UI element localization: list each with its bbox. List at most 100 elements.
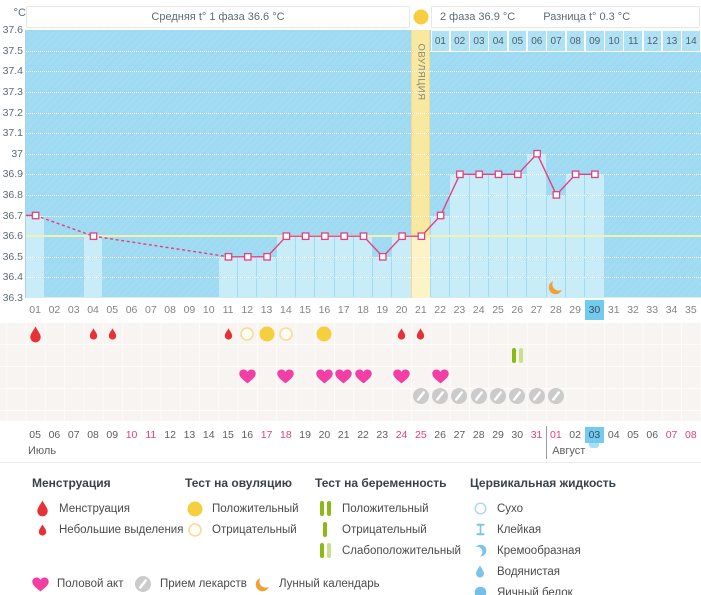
legend-item-label: Небольшие выделения	[59, 523, 184, 536]
cycle-day-cell[interactable]: 07	[141, 300, 160, 320]
date-cell[interactable]: 06	[45, 427, 64, 443]
today-pointer	[589, 443, 600, 448]
month-divider	[545, 426, 547, 459]
cycle-day-cell[interactable]: 30	[584, 300, 605, 320]
cycle-day-cell[interactable]: 29	[566, 300, 585, 320]
watery-icon	[470, 565, 490, 578]
y-axis-tick-label: 36.5	[2, 250, 23, 263]
date-cell[interactable]: 21	[334, 427, 353, 443]
cycle-day-cell[interactable]: 13	[257, 300, 276, 320]
cycle-day-cell[interactable]: 10	[199, 300, 218, 320]
legend-item-label: Менструация	[59, 502, 130, 515]
cycle-day-cell[interactable]: 31	[604, 300, 623, 320]
spotting-drop-icon	[32, 523, 52, 536]
cycle-day-cell[interactable]: 14	[276, 300, 295, 320]
temperature-point	[301, 232, 309, 241]
cycle-day-cell[interactable]: 17	[334, 300, 353, 320]
cycle-day-cell[interactable]: 34	[662, 300, 681, 320]
cycle-day-cell[interactable]: 25	[488, 300, 507, 320]
cycle-day-cell[interactable]: 12	[238, 300, 257, 320]
date-cell[interactable]: 18	[276, 427, 295, 443]
cycle-day-cell[interactable]: 32	[623, 300, 642, 320]
temperature-point	[31, 211, 39, 220]
date-cell[interactable]: 05	[26, 427, 45, 443]
date-cell[interactable]: 08	[681, 427, 700, 443]
legend-title: Цервикальная жидкость	[470, 476, 617, 490]
cycle-day-cell[interactable]: 26	[508, 300, 527, 320]
date-cell[interactable]: 13	[180, 427, 199, 443]
cycle-day-cell[interactable]: 01	[26, 300, 45, 320]
date-cell[interactable]: 05	[623, 427, 642, 443]
temperature-point	[224, 252, 232, 261]
cycle-day-cell[interactable]: 27	[527, 300, 546, 320]
temperature-point	[455, 170, 464, 179]
legend-item-label: Положительный	[342, 502, 429, 515]
date-cell[interactable]: 03	[584, 427, 605, 443]
date-cell[interactable]: 20	[315, 427, 334, 443]
cycle-day-cell[interactable]: 24	[469, 300, 488, 320]
dry-icon	[470, 502, 490, 515]
date-cell[interactable]: 23	[373, 427, 392, 443]
spotting-drop-icon	[416, 328, 425, 340]
date-cell[interactable]: 29	[488, 427, 507, 443]
cycle-day-cell[interactable]: 11	[218, 300, 237, 320]
cycle-day-cell[interactable]: 02	[45, 300, 64, 320]
date-cell[interactable]: 12	[161, 427, 180, 443]
date-cell[interactable]: 11	[141, 427, 160, 443]
date-cell[interactable]: 31	[527, 427, 546, 443]
legend-cervical-fluid: Цервикальная жидкость Сухо Клейкая Кремо…	[470, 476, 616, 595]
temperature-point	[494, 170, 502, 179]
date-cell[interactable]: 09	[103, 427, 122, 443]
pregnancy-weak-positive-icon	[511, 347, 523, 364]
cycle-day-cell[interactable]: 08	[161, 300, 180, 320]
date-cell[interactable]: 14	[199, 427, 218, 443]
cycle-day-cell[interactable]: 21	[411, 300, 430, 320]
cycle-day-cell[interactable]: 22	[431, 300, 450, 320]
date-cell[interactable]: 07	[662, 427, 681, 443]
cycle-day-cell[interactable]: 23	[450, 300, 469, 320]
date-cell[interactable]: 17	[257, 427, 276, 443]
date-cell[interactable]: 22	[353, 427, 372, 443]
eggwhite-icon	[470, 586, 490, 595]
cycle-day-cell[interactable]: 28	[546, 300, 565, 320]
cycle-day-cell[interactable]: 35	[681, 300, 700, 320]
temperature-point	[397, 232, 406, 241]
temp-difference-label: Разница t° 0.3 °C	[543, 11, 631, 23]
date-cell[interactable]: 16	[238, 427, 257, 443]
date-cell[interactable]: 27	[450, 427, 469, 443]
date-cell[interactable]: 25	[411, 427, 430, 443]
date-cell[interactable]: 30	[508, 427, 527, 443]
sticky-icon	[470, 523, 490, 536]
legend-title: Тест на овуляцию	[185, 476, 292, 490]
y-axis-tick-label: 37.1	[2, 127, 23, 140]
cycle-day-cell[interactable]: 09	[180, 300, 199, 320]
cycle-day-cell[interactable]: 20	[392, 300, 411, 320]
cycle-day-cell[interactable]: 16	[315, 300, 334, 320]
cycle-day-cell[interactable]: 18	[353, 300, 372, 320]
cycle-day-cell[interactable]: 33	[643, 300, 662, 320]
phase1-average-label: Средняя t° 1 фаза 36.6 °C	[151, 11, 285, 23]
spotting-drop-icon	[108, 328, 117, 340]
date-cell[interactable]: 26	[431, 427, 450, 443]
legend-item: Слабоположительный	[315, 541, 461, 560]
date-cell[interactable]: 08	[83, 427, 102, 443]
date-cell[interactable]: 10	[122, 427, 141, 443]
date-cell[interactable]: 28	[469, 427, 488, 443]
cycle-day-cell[interactable]: 06	[122, 300, 141, 320]
cycle-day-cell[interactable]: 03	[64, 300, 83, 320]
cycle-day-cell[interactable]: 15	[296, 300, 315, 320]
date-cell[interactable]: 07	[64, 427, 83, 443]
date-cell[interactable]: 19	[296, 427, 315, 443]
y-axis-tick-label: 36.6	[2, 230, 23, 243]
cycle-day-cell[interactable]: 19	[373, 300, 392, 320]
date-cell[interactable]: 15	[218, 427, 237, 443]
cycle-day-cell[interactable]: 05	[103, 300, 122, 320]
legend-item: Яичный белок	[470, 583, 616, 595]
date-cell[interactable]: 06	[643, 427, 662, 443]
medication-icon	[470, 388, 487, 404]
date-cell[interactable]: 24	[392, 427, 411, 443]
date-cell[interactable]: 02	[566, 427, 585, 443]
cycle-day-cell[interactable]: 04	[83, 300, 102, 320]
date-cell[interactable]: 01	[546, 427, 565, 443]
date-cell[interactable]: 04	[604, 427, 623, 443]
